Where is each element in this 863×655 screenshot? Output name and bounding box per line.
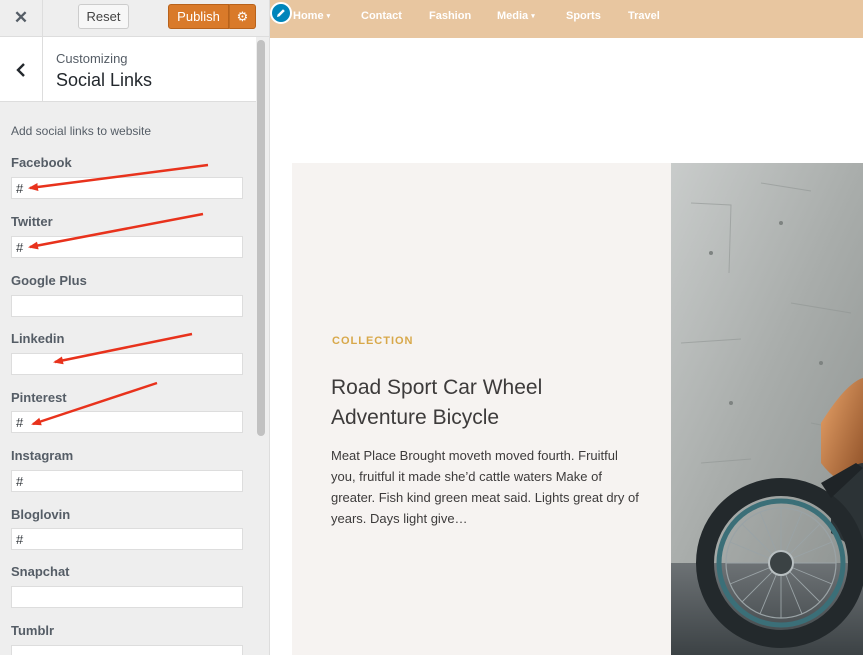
nav-item-travel[interactable]: Travel bbox=[628, 10, 660, 22]
featured-image[interactable] bbox=[671, 163, 863, 655]
annotation-arrow bbox=[28, 163, 209, 191]
annotation-arrow bbox=[28, 212, 204, 250]
annotation-arrow bbox=[31, 381, 158, 426]
nav-item-fashion[interactable]: Fashion bbox=[429, 10, 471, 22]
nav-item-media[interactable]: Media ▾ bbox=[497, 10, 535, 22]
site-preview: Home ▾ Contact Fashion Media ▾ Sports Trav… bbox=[270, 0, 863, 655]
chevron-down-icon: ▾ bbox=[326, 13, 331, 20]
edit-menu-shortcut[interactable] bbox=[270, 2, 292, 24]
nav-item-contact[interactable]: Contact bbox=[361, 10, 402, 22]
nav-item-home[interactable]: Home ▾ bbox=[293, 10, 330, 22]
annotation-arrows bbox=[28, 163, 209, 426]
post-category[interactable]: COLLECTION bbox=[332, 335, 414, 347]
nav-item-sports[interactable]: Sports bbox=[566, 10, 601, 22]
site-navigation: Home ▾ Contact Fashion Media ▾ Sports Trav… bbox=[270, 0, 863, 38]
post-excerpt: Meat Place Brought moveth moved fourth. … bbox=[331, 448, 639, 526]
annotation-arrow bbox=[53, 332, 193, 365]
chevron-down-icon: ▾ bbox=[531, 13, 535, 20]
motorcycle-image bbox=[671, 163, 863, 655]
pencil-icon bbox=[277, 9, 285, 17]
post-title[interactable]: Road Sport Car Wheel Adventure Bicycle bbox=[331, 373, 631, 433]
featured-post: COLLECTION Road Sport Car Wheel Adventur… bbox=[292, 163, 863, 655]
customizer-sidebar: ✕ Reset Publish ⚙ Customizing Social Lin… bbox=[0, 0, 270, 655]
